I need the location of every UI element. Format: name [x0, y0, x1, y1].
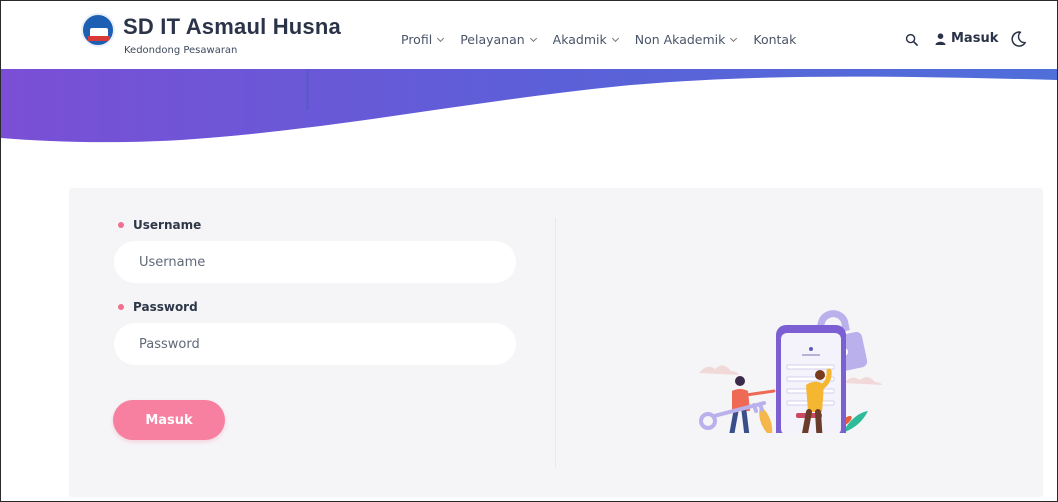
- login-card: Username Password Masuk: [69, 188, 1043, 497]
- main-nav: Profil Pelayanan Akadmik Non Akademik Ko…: [401, 32, 813, 47]
- nav-item-akadmik[interactable]: Akadmik: [552, 32, 619, 47]
- password-field: Password: [114, 300, 519, 365]
- login-label: Masuk: [951, 31, 999, 46]
- user-icon: [935, 32, 946, 45]
- nav-item-profil[interactable]: Profil: [401, 32, 445, 47]
- username-label-text: Username: [133, 218, 202, 232]
- nav-item-kontak[interactable]: Kontak: [753, 32, 796, 47]
- submit-button[interactable]: Masuk: [113, 400, 225, 440]
- chevron-down-icon: [730, 34, 738, 42]
- username-input[interactable]: [114, 241, 516, 283]
- password-label-text: Password: [133, 300, 198, 314]
- site-header: SD IT Asmaul Husna Kedondong Pesawaran P…: [1, 1, 1057, 69]
- chevron-down-icon: [611, 34, 619, 42]
- school-logo-icon[interactable]: [81, 13, 115, 47]
- username-label: Username: [114, 218, 519, 232]
- required-dot-icon: [118, 222, 124, 228]
- nav-item-label: Profil: [401, 32, 433, 47]
- password-input[interactable]: [114, 323, 516, 365]
- nav-item-label: Kontak: [753, 32, 797, 47]
- chevron-down-icon: [529, 34, 537, 42]
- nav-item-pelayanan[interactable]: Pelayanan: [460, 32, 537, 47]
- hero-banner: [1, 68, 1057, 143]
- login-link[interactable]: Masuk: [935, 31, 998, 46]
- nav-item-non-akademik[interactable]: Non Akademik: [634, 32, 738, 47]
- login-form: Username Password: [114, 218, 519, 382]
- site-title[interactable]: SD IT Asmaul Husna: [123, 14, 341, 40]
- moon-icon[interactable]: [1009, 30, 1027, 48]
- page: SD IT Asmaul Husna Kedondong Pesawaran P…: [0, 0, 1058, 502]
- site-subtitle: Kedondong Pesawaran: [124, 45, 238, 56]
- nav-item-label: Akadmik: [552, 32, 607, 47]
- divider: [555, 218, 556, 468]
- chevron-down-icon: [437, 34, 445, 42]
- search-icon[interactable]: [905, 33, 918, 46]
- username-field: Username: [114, 218, 519, 283]
- nav-item-label: Pelayanan: [460, 32, 525, 47]
- nav-item-label: Non Akademik: [634, 32, 726, 47]
- login-illustration: [699, 310, 882, 433]
- required-dot-icon: [118, 304, 124, 310]
- password-label: Password: [114, 300, 519, 314]
